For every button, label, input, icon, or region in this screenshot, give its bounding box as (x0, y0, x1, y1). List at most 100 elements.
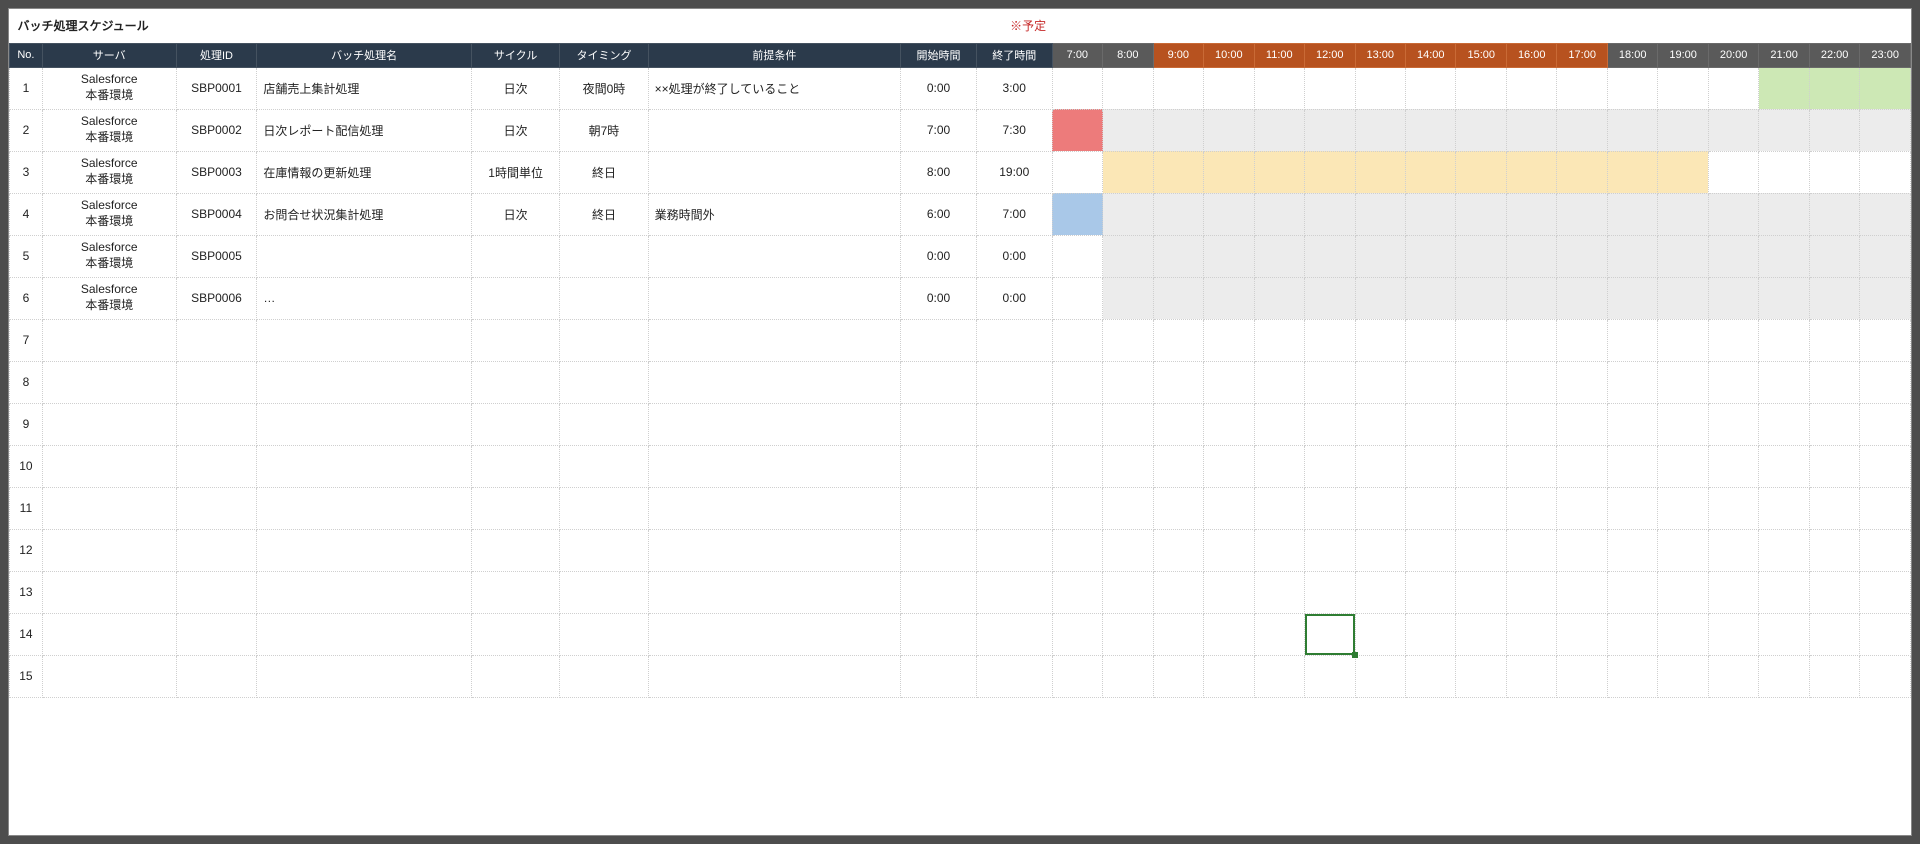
gantt-cell[interactable] (1759, 151, 1809, 193)
gantt-cell[interactable] (1254, 151, 1304, 193)
timing[interactable] (560, 571, 648, 613)
timing[interactable] (560, 403, 648, 445)
gantt-cell[interactable] (1103, 613, 1153, 655)
gantt-cell[interactable] (1658, 193, 1708, 235)
gantt-cell[interactable] (1759, 67, 1809, 109)
gantt-cell[interactable] (1809, 571, 1859, 613)
row-no[interactable]: 13 (10, 571, 43, 613)
proc-name[interactable] (257, 655, 472, 697)
gantt-cell[interactable] (1103, 529, 1153, 571)
proc-id[interactable]: SBP0003 (176, 151, 257, 193)
gantt-cell[interactable] (1355, 319, 1405, 361)
end-time[interactable]: 7:00 (976, 193, 1052, 235)
gantt-cell[interactable] (1103, 487, 1153, 529)
gantt-cell[interactable] (1759, 655, 1809, 697)
gantt-cell[interactable] (1658, 445, 1708, 487)
gantt-cell[interactable] (1708, 109, 1758, 151)
gantt-cell[interactable] (1557, 613, 1607, 655)
row-no[interactable]: 12 (10, 529, 43, 571)
spreadsheet-sheet[interactable]: バッチ処理スケジュール※予定No.サーバ処理IDバッチ処理名サイクルタイミング前… (8, 8, 1912, 836)
gantt-cell[interactable] (1809, 151, 1859, 193)
gantt-cell[interactable] (1506, 235, 1556, 277)
gantt-cell[interactable] (1153, 319, 1203, 361)
gantt-cell[interactable] (1860, 67, 1911, 109)
gantt-cell[interactable] (1607, 193, 1657, 235)
gantt-cell[interactable] (1153, 613, 1203, 655)
timing[interactable] (560, 655, 648, 697)
precondition[interactable] (648, 319, 901, 361)
gantt-cell[interactable] (1103, 235, 1153, 277)
server-name[interactable]: Salesforce本番環境 (42, 67, 176, 109)
gantt-cell[interactable] (1607, 319, 1657, 361)
start-time[interactable]: 6:00 (901, 193, 977, 235)
proc-name[interactable]: 在庫情報の更新処理 (257, 151, 472, 193)
gantt-cell[interactable] (1355, 529, 1405, 571)
gantt-cell[interactable] (1406, 109, 1456, 151)
gantt-cell[interactable] (1305, 151, 1355, 193)
gantt-cell[interactable] (1153, 571, 1203, 613)
gantt-cell[interactable] (1103, 151, 1153, 193)
timing[interactable]: 夜間0時 (560, 67, 648, 109)
gantt-cell[interactable] (1860, 361, 1911, 403)
gantt-cell[interactable] (1406, 277, 1456, 319)
start-time[interactable]: 7:00 (901, 109, 977, 151)
gantt-cell[interactable] (1658, 487, 1708, 529)
precondition[interactable] (648, 571, 901, 613)
gantt-cell[interactable] (1759, 361, 1809, 403)
end-time[interactable]: 7:30 (976, 109, 1052, 151)
proc-id[interactable] (176, 319, 257, 361)
server-name[interactable] (42, 529, 176, 571)
gantt-cell[interactable] (1860, 529, 1911, 571)
cycle[interactable] (471, 613, 559, 655)
gantt-cell[interactable] (1607, 151, 1657, 193)
gantt-cell[interactable] (1153, 361, 1203, 403)
gantt-cell[interactable] (1355, 151, 1405, 193)
precondition[interactable] (648, 109, 901, 151)
gantt-cell[interactable] (1557, 193, 1607, 235)
server-name[interactable] (42, 655, 176, 697)
gantt-cell[interactable] (1708, 403, 1758, 445)
gantt-cell[interactable] (1153, 445, 1203, 487)
cycle[interactable] (471, 529, 559, 571)
gantt-cell[interactable] (1658, 151, 1708, 193)
proc-id[interactable] (176, 487, 257, 529)
gantt-cell[interactable] (1708, 487, 1758, 529)
gantt-cell[interactable] (1456, 109, 1506, 151)
gantt-cell[interactable] (1456, 235, 1506, 277)
precondition[interactable] (648, 235, 901, 277)
gantt-cell[interactable] (1708, 319, 1758, 361)
start-time[interactable]: 0:00 (901, 235, 977, 277)
server-name[interactable]: Salesforce本番環境 (42, 109, 176, 151)
gantt-cell[interactable] (1456, 487, 1506, 529)
start-time[interactable] (901, 319, 977, 361)
gantt-cell[interactable] (1607, 571, 1657, 613)
gantt-cell[interactable] (1406, 235, 1456, 277)
gantt-cell[interactable] (1254, 235, 1304, 277)
gantt-cell[interactable] (1103, 319, 1153, 361)
gantt-cell[interactable] (1658, 613, 1708, 655)
gantt-cell[interactable] (1506, 193, 1556, 235)
gantt-cell[interactable] (1254, 571, 1304, 613)
gantt-cell[interactable] (1759, 109, 1809, 151)
gantt-cell[interactable] (1860, 151, 1911, 193)
proc-id[interactable]: SBP0005 (176, 235, 257, 277)
cycle[interactable] (471, 487, 559, 529)
gantt-cell[interactable] (1204, 151, 1254, 193)
server-name[interactable] (42, 445, 176, 487)
start-time[interactable] (901, 613, 977, 655)
gantt-cell[interactable] (1355, 67, 1405, 109)
gantt-cell[interactable] (1254, 193, 1304, 235)
gantt-cell[interactable] (1355, 571, 1405, 613)
proc-name[interactable] (257, 319, 472, 361)
end-time[interactable]: 3:00 (976, 67, 1052, 109)
gantt-cell[interactable] (1860, 193, 1911, 235)
gantt-cell[interactable] (1860, 403, 1911, 445)
timing[interactable] (560, 235, 648, 277)
gantt-cell[interactable] (1860, 235, 1911, 277)
gantt-cell[interactable] (1557, 67, 1607, 109)
gantt-cell[interactable] (1809, 529, 1859, 571)
gantt-cell[interactable] (1809, 109, 1859, 151)
server-name[interactable] (42, 319, 176, 361)
gantt-cell[interactable] (1506, 613, 1556, 655)
gantt-cell[interactable] (1506, 487, 1556, 529)
